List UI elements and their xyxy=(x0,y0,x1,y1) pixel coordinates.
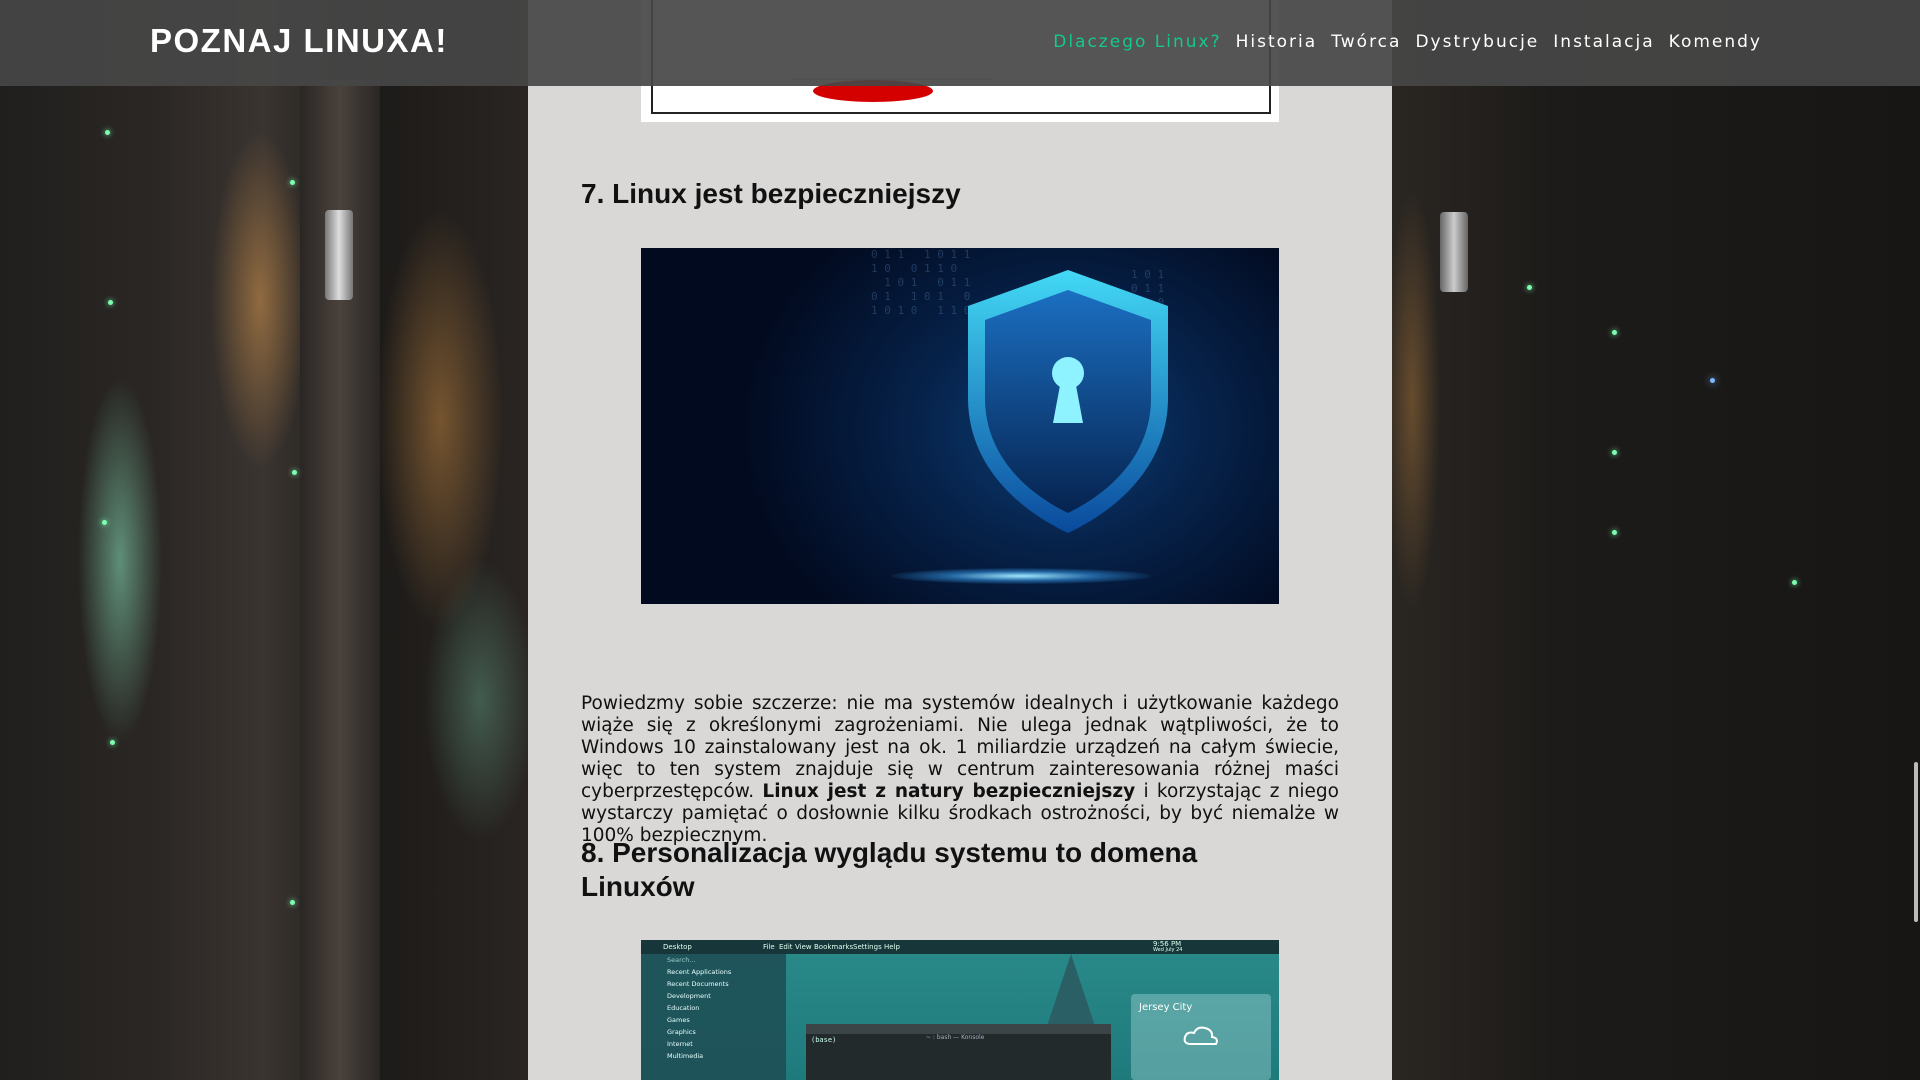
cloud-icon xyxy=(1183,1026,1218,1045)
nav-link-komendy[interactable]: Komendy xyxy=(1669,32,1762,52)
kde-weather-widget: Jersey City xyxy=(1131,994,1271,1080)
kde-menu-bookmarks: Bookmarks xyxy=(814,943,854,951)
security-shield-image: 0 1 1 1 0 1 1 1 0 0 1 1 0 1 0 1 0 1 1 0 … xyxy=(641,248,1279,604)
kde-menu-edit: Edit xyxy=(779,943,793,951)
nav-link-dlaczego-linux[interactable]: Dlaczego Linux? xyxy=(1053,32,1221,52)
kde-panel-app: Desktop xyxy=(663,943,692,951)
kde-menu-item: Graphics xyxy=(667,1028,696,1036)
rack-led xyxy=(105,130,110,135)
kde-menu-item: Recent Documents xyxy=(667,980,729,988)
shield-lock-icon xyxy=(968,270,1168,533)
kde-menu-view: View xyxy=(795,943,812,951)
kde-menu-item: Development xyxy=(667,992,711,1000)
rack-led xyxy=(1612,330,1617,335)
rack-led xyxy=(1792,580,1797,585)
rack-handle xyxy=(325,210,353,300)
rack-led xyxy=(1527,285,1532,290)
kde-terminal-title: ~ : bash — Konsole xyxy=(926,1034,985,1041)
light-glow xyxy=(891,568,1151,584)
rack-led xyxy=(290,900,295,905)
kde-menu-file: File xyxy=(763,943,775,951)
nav-link-instalacja[interactable]: Instalacja xyxy=(1553,32,1654,52)
rack-led xyxy=(102,520,107,525)
kde-terminal-window: ~ : bash — Konsole (base) xyxy=(806,1024,1111,1080)
kde-menu-item: Internet xyxy=(667,1040,693,1048)
site-logo[interactable]: POZNAJ LINUXA! xyxy=(150,22,448,60)
rack-handle xyxy=(1440,212,1468,292)
content-column: 7. Linux jest bezpieczniejszy 0 1 1 1 0 … xyxy=(528,0,1392,1080)
top-navbar: POZNAJ LINUXA! Dlaczego Linux? Historia … xyxy=(0,0,1920,86)
rack-led xyxy=(1710,378,1715,383)
kde-terminal-titlebar: ~ : bash — Konsole xyxy=(806,1024,1111,1041)
kde-menu-item: Education xyxy=(667,1004,700,1012)
nav-link-tworca[interactable]: Twórca xyxy=(1331,32,1401,52)
rack-led xyxy=(108,300,113,305)
kde-menu-item: Multimedia xyxy=(667,1052,704,1060)
nav-link-historia[interactable]: Historia xyxy=(1236,32,1318,52)
kde-menu-item: Recent Applications xyxy=(667,968,732,976)
kde-date: Wed July 24 xyxy=(1153,947,1183,953)
page-scrollbar[interactable] xyxy=(1914,762,1918,922)
section-heading-personalization: 8. Personalizacja wyglądu systemu to dom… xyxy=(581,837,1198,902)
rack-led xyxy=(292,470,297,475)
kde-search: Search... xyxy=(667,956,696,964)
kde-menu-help: Help xyxy=(884,943,900,951)
kde-desktop-screenshot: Desktop File Edit View Bookmarks Setting… xyxy=(641,940,1279,1080)
kde-menu-item: Games xyxy=(667,1016,690,1024)
paragraph-bold-text: Linux jest z natury bezpieczniejszy xyxy=(762,780,1136,802)
rack-led xyxy=(1612,530,1617,535)
kde-menu-settings: Settings xyxy=(853,943,882,951)
section-heading-security: 7. Linux jest bezpieczniejszy xyxy=(581,178,961,209)
security-paragraph: Powiedzmy sobie szczerze: nie ma systemó… xyxy=(581,693,1339,847)
kde-top-panel: Desktop File Edit View Bookmarks Setting… xyxy=(641,940,1279,954)
kde-app-menu: Search... Recent Applications Recent Doc… xyxy=(641,954,786,1080)
background-left-panel xyxy=(0,0,528,1080)
background-right-panel xyxy=(1392,0,1920,1080)
kde-weather-city: Jersey City xyxy=(1139,1002,1193,1013)
rack-led xyxy=(110,740,115,745)
main-nav: Dlaczego Linux? Historia Twórca Dystrybu… xyxy=(1053,32,1762,52)
nav-link-dystrybucje[interactable]: Dystrybucje xyxy=(1415,32,1539,52)
rack-led xyxy=(290,180,295,185)
rack-led xyxy=(1612,450,1617,455)
